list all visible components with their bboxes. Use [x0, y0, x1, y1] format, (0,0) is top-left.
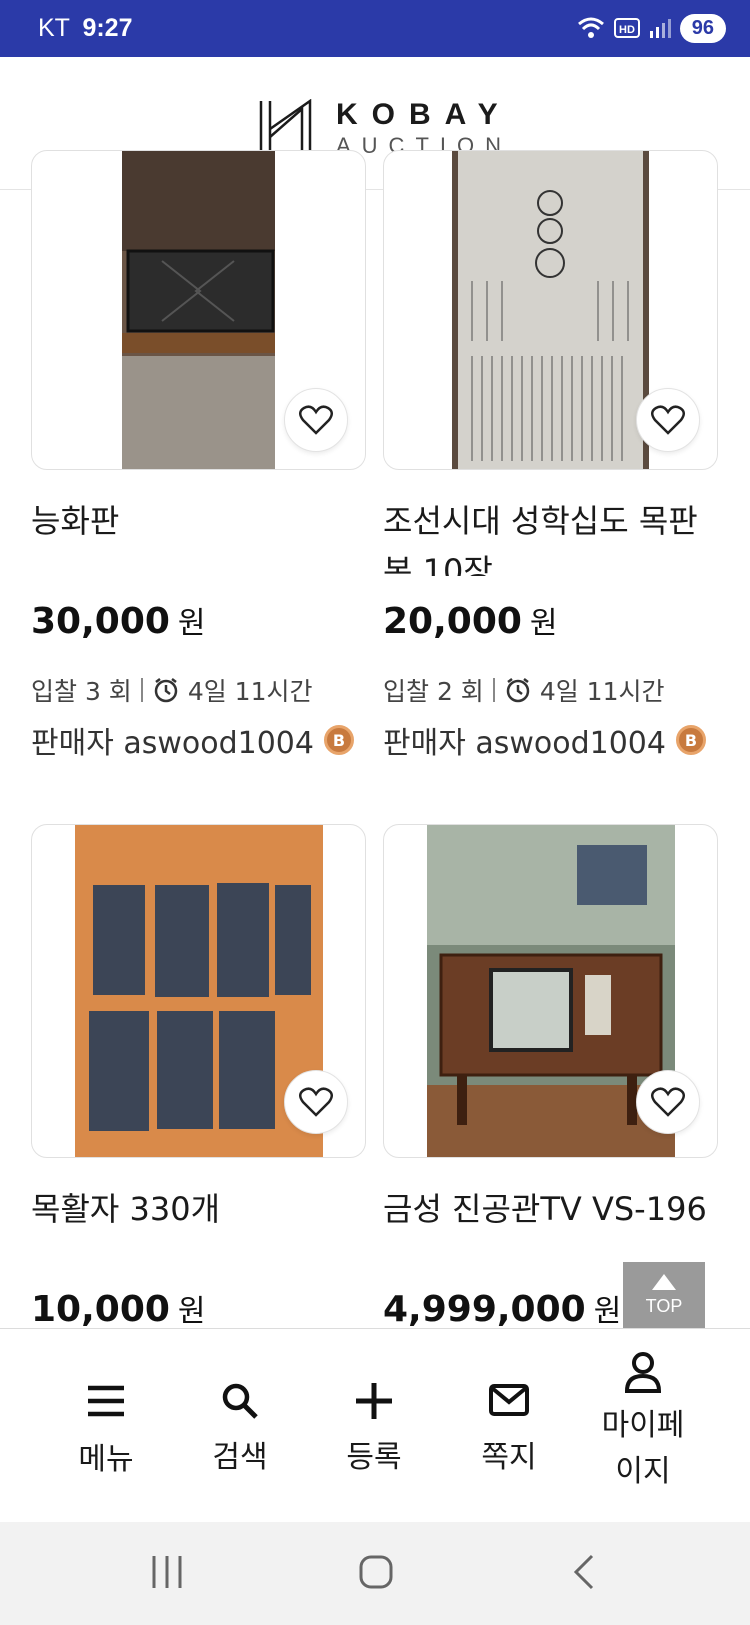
product-meta: 입찰 3 회 4일 11시간: [31, 672, 312, 708]
price-value: 4,999,000: [383, 1289, 586, 1330]
product-photo: [122, 151, 275, 469]
time-left: 4일 11시간: [187, 677, 313, 706]
product-title[interactable]: 능화판: [31, 496, 366, 576]
menu-icon: [88, 1385, 124, 1417]
nav-menu-label: 메뉴: [78, 1442, 134, 1477]
like-button[interactable]: [636, 388, 700, 452]
nav-search[interactable]: 검색: [200, 1381, 280, 1481]
product-title[interactable]: 금성 진공관TV VS-196: [383, 1184, 718, 1234]
heart-icon: [651, 405, 685, 435]
price-value: 30,000: [31, 601, 170, 642]
nav-register-label: 등록: [346, 1440, 402, 1475]
like-button[interactable]: [284, 1070, 348, 1134]
home-icon[interactable]: [358, 1552, 394, 1592]
system-nav-bar: [0, 1522, 750, 1625]
user-icon: [624, 1352, 662, 1393]
status-icons: HD 96: [576, 12, 726, 44]
search-icon: [222, 1383, 258, 1419]
seller-info[interactable]: 판매자 aswood1004 B: [383, 718, 706, 762]
product-image[interactable]: [383, 824, 718, 1158]
nav-register[interactable]: 등록: [334, 1381, 414, 1481]
product-price: 20,000 원: [383, 598, 558, 642]
mail-icon: [489, 1384, 529, 1416]
nav-search-label: 검색: [212, 1440, 268, 1475]
battery-indicator: 96: [679, 13, 726, 43]
price-value: 10,000: [31, 1289, 170, 1330]
seller-name: 판매자 aswood1004: [31, 726, 314, 761]
product-image[interactable]: [31, 824, 366, 1158]
currency-unit: 원: [177, 606, 206, 641]
bottom-nav: 메뉴 검색 등록 쪽지 마이페이지: [0, 1328, 750, 1522]
clock-icon: [154, 678, 178, 703]
product-image[interactable]: [31, 150, 366, 470]
product-price: 4,999,000 원: [383, 1286, 621, 1330]
time-left: 4일 11시간: [539, 677, 665, 706]
signal-icon: [649, 19, 671, 38]
nav-message[interactable]: 쪽지: [469, 1383, 549, 1481]
seller-name: 판매자 aswood1004: [383, 726, 666, 761]
logo-line1: KOBAY: [336, 98, 512, 131]
clock-icon: [506, 678, 530, 703]
bronze-badge-icon: B: [676, 725, 706, 755]
nav-mypage-label: 마이페이지: [601, 1408, 685, 1489]
scroll-top-button[interactable]: TOP: [623, 1262, 705, 1328]
product-image[interactable]: [383, 150, 718, 470]
svg-text:HD: HD: [619, 24, 635, 36]
wifi-icon: [577, 17, 604, 38]
nav-menu[interactable]: 메뉴: [66, 1383, 146, 1483]
heart-icon: [299, 405, 333, 435]
currency-unit: 원: [529, 606, 558, 641]
clock: 9:27: [82, 14, 133, 42]
hd-icon: HD: [613, 18, 640, 38]
product-meta: 입찰 2 회 4일 11시간: [383, 672, 664, 708]
bid-count: 입찰 2 회: [383, 677, 484, 706]
seller-info[interactable]: 판매자 aswood1004 B: [31, 718, 354, 762]
nav-mypage[interactable]: 마이페이지: [583, 1351, 703, 1495]
back-icon[interactable]: [570, 1552, 600, 1592]
carrier-label: KT: [38, 14, 70, 42]
currency-unit: 원: [593, 1294, 622, 1329]
heart-icon: [651, 1087, 685, 1117]
bid-count: 입찰 3 회: [31, 677, 132, 706]
status-left: KT 9:27: [38, 14, 133, 43]
arrow-up-icon: [652, 1274, 676, 1290]
product-price: 30,000 원: [31, 598, 206, 642]
bronze-badge-icon: B: [324, 725, 354, 755]
product-photo: [452, 151, 649, 469]
price-value: 20,000: [383, 601, 522, 642]
divider: [492, 678, 495, 702]
currency-unit: 원: [177, 1294, 206, 1329]
like-button[interactable]: [284, 388, 348, 452]
status-bar: KT 9:27 HD 96: [0, 0, 750, 57]
recent-apps-icon[interactable]: [150, 1552, 184, 1592]
scroll-top-label: TOP: [645, 1296, 683, 1316]
divider: [140, 678, 143, 702]
heart-icon: [299, 1087, 333, 1117]
product-title[interactable]: 조선시대 성학십도 목판본 10장: [383, 496, 718, 576]
product-title[interactable]: 목활자 330개: [31, 1184, 366, 1234]
like-button[interactable]: [636, 1070, 700, 1134]
plus-icon: [356, 1383, 392, 1419]
product-price: 10,000 원: [31, 1286, 206, 1330]
nav-message-label: 쪽지: [481, 1440, 537, 1475]
